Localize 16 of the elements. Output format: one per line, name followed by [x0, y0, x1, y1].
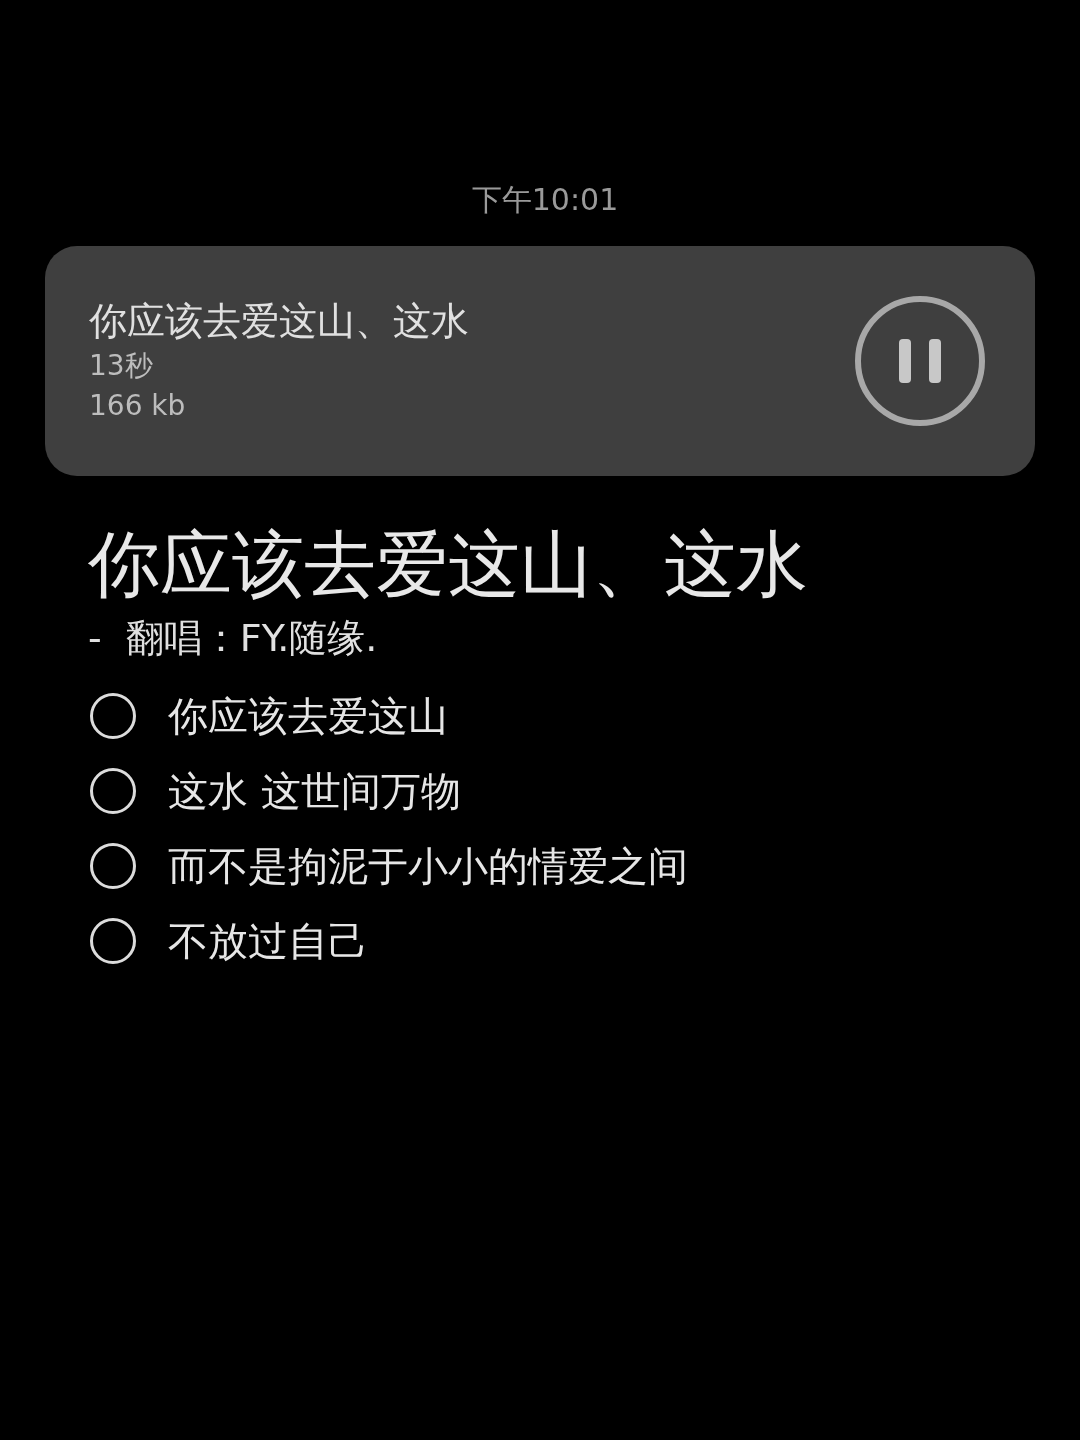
audio-title: 你应该去爱这山、这水 [89, 298, 469, 345]
status-time: 下午10:01 [471, 181, 619, 219]
option-label: 这水 这世间万物 [168, 766, 461, 816]
option-label: 你应该去爱这山 [168, 691, 448, 741]
option-label: 不放过自己 [168, 916, 368, 966]
pause-button[interactable] [855, 296, 985, 426]
radio-button[interactable] [90, 692, 136, 739]
cover-credit: - 翻唱：FY.随缘. [88, 615, 379, 662]
radio-button[interactable] [90, 767, 136, 814]
audio-duration: 13秒 [89, 348, 154, 384]
option-label: 而不是拘泥于小小的情爱之间 [168, 841, 688, 891]
song-heading: 你应该去爱这山、这水 [88, 521, 809, 608]
pause-icon [899, 339, 941, 383]
audio-size: 166 kb [89, 388, 187, 424]
radio-button[interactable] [90, 917, 136, 964]
radio-button[interactable] [90, 842, 136, 889]
